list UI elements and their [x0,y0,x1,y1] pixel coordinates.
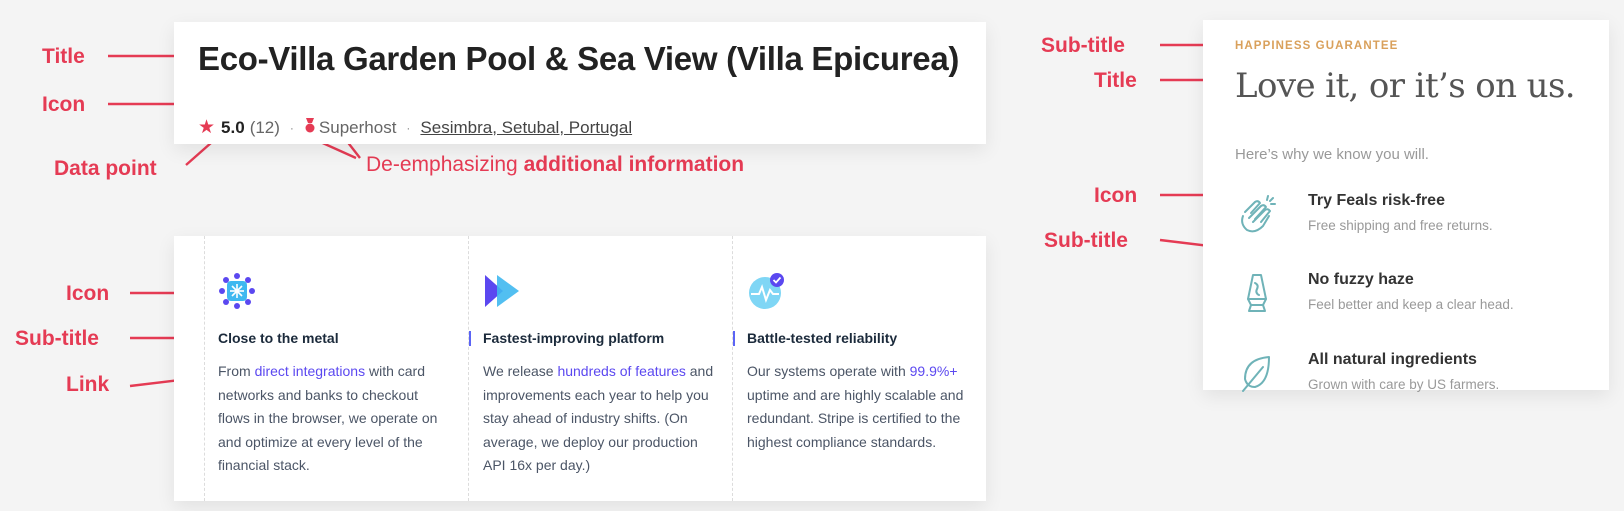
leaf-icon [1235,351,1279,395]
guarantee-item-sub: Free shipping and free returns. [1308,218,1493,233]
snowflake-icon [218,272,256,310]
heading-accent-bar [469,331,471,346]
guarantee-item: All natural ingredients Grown with care … [1235,349,1595,409]
guarantee-item-sub: Grown with care by US farmers. [1308,377,1500,392]
feature-text: and improvements each year to help you s… [483,363,714,473]
feature-heading: Fastest-improving platform [483,330,665,346]
guarantee-item-sub: Feel better and keep a clear head. [1308,297,1514,312]
feature-body: From direct integrations with card netwo… [218,360,450,478]
guarantee-lead: Here’s why we know you will. [1235,146,1429,163]
separator-dot: · [289,120,294,135]
annotation-icon-2: Icon [66,282,110,305]
features-card: Close to the metal From direct integrati… [174,236,986,501]
separator-dot: · [406,120,411,135]
feature-heading: Battle-tested reliability [747,330,898,346]
annotation-sub-title: Sub-title [15,327,99,350]
guarantee-item: Try Feals risk-free Free shipping and fr… [1235,190,1595,250]
feature-link[interactable]: hundreds of features [557,363,685,379]
guarantee-item-heading: No fuzzy haze [1308,271,1414,288]
feature-link[interactable]: direct integrations [255,363,366,379]
rating-value: 5.0 [221,117,245,137]
feature-text: From [218,363,255,379]
clapping-hands-icon [1235,192,1279,236]
medal-icon [304,117,316,138]
feature-text: with card networks and banks to checkout… [218,363,438,473]
feature-text: We release [483,363,558,379]
feature-body: We release hundreds of features and impr… [483,360,715,478]
feature-column: Close to the metal From direct integrati… [204,236,468,501]
annotation-sub-title-3: Sub-title [1044,229,1128,252]
feature-column: Fastest-improving platform We release hu… [468,236,733,501]
guarantee-item-heading: All natural ingredients [1308,351,1477,368]
annotation-deemphasizing: De-emphasizing additional information [366,154,744,175]
feature-link[interactable]: 99.9%+ [910,363,958,379]
listing-title: Eco-Villa Garden Pool & Sea View (Villa … [198,40,960,77]
fast-forward-icon [483,272,521,310]
star-icon: ★ [198,117,216,138]
annotation-deemph-bold: additional information [523,153,745,176]
feature-text: uptime and are highly scalable and redun… [747,386,964,450]
location-link[interactable]: Sesimbra, Setubal, Portugal [420,118,632,138]
review-count[interactable]: (12) [250,118,280,138]
feature-column: Battle-tested reliability Our systems op… [732,236,997,501]
guarantee-kicker: HAPPINESS GUARANTEE [1235,40,1399,52]
annotation-title-2: Title [1094,69,1137,92]
annotation-icon-3: Icon [1094,184,1138,207]
guarantee-item: No fuzzy haze Feel better and keep a cle… [1235,269,1595,329]
annotation-sub-title-2: Sub-title [1041,34,1125,57]
heading-accent-bar [733,331,735,346]
annotation-icon: Icon [42,93,86,116]
guarantee-title: Love it, or it’s on us. [1235,66,1576,106]
feature-body: Our systems operate with 99.9%+ uptime a… [747,360,979,454]
lava-lamp-icon [1235,271,1279,315]
superhost-label: Superhost [318,117,397,137]
heartbeat-check-icon [747,272,785,310]
feature-text: Our systems operate with [747,363,910,379]
guarantee-item-heading: Try Feals risk-free [1308,192,1445,209]
listing-header-card: Eco-Villa Garden Pool & Sea View (Villa … [174,22,986,144]
annotation-data-point: Data point [54,157,157,180]
listing-meta-row: ★ 5.0 (12) · Superhost · Sesimbra, Setub… [198,116,632,139]
annotation-link-2: Link [66,373,110,396]
annotation-title: Title [42,45,85,68]
feature-heading: Close to the metal [218,330,339,346]
guarantee-card: HAPPINESS GUARANTEE Love it, or it’s on … [1203,20,1609,392]
annotation-deemph-prefix: De-emphasizing [366,153,524,176]
